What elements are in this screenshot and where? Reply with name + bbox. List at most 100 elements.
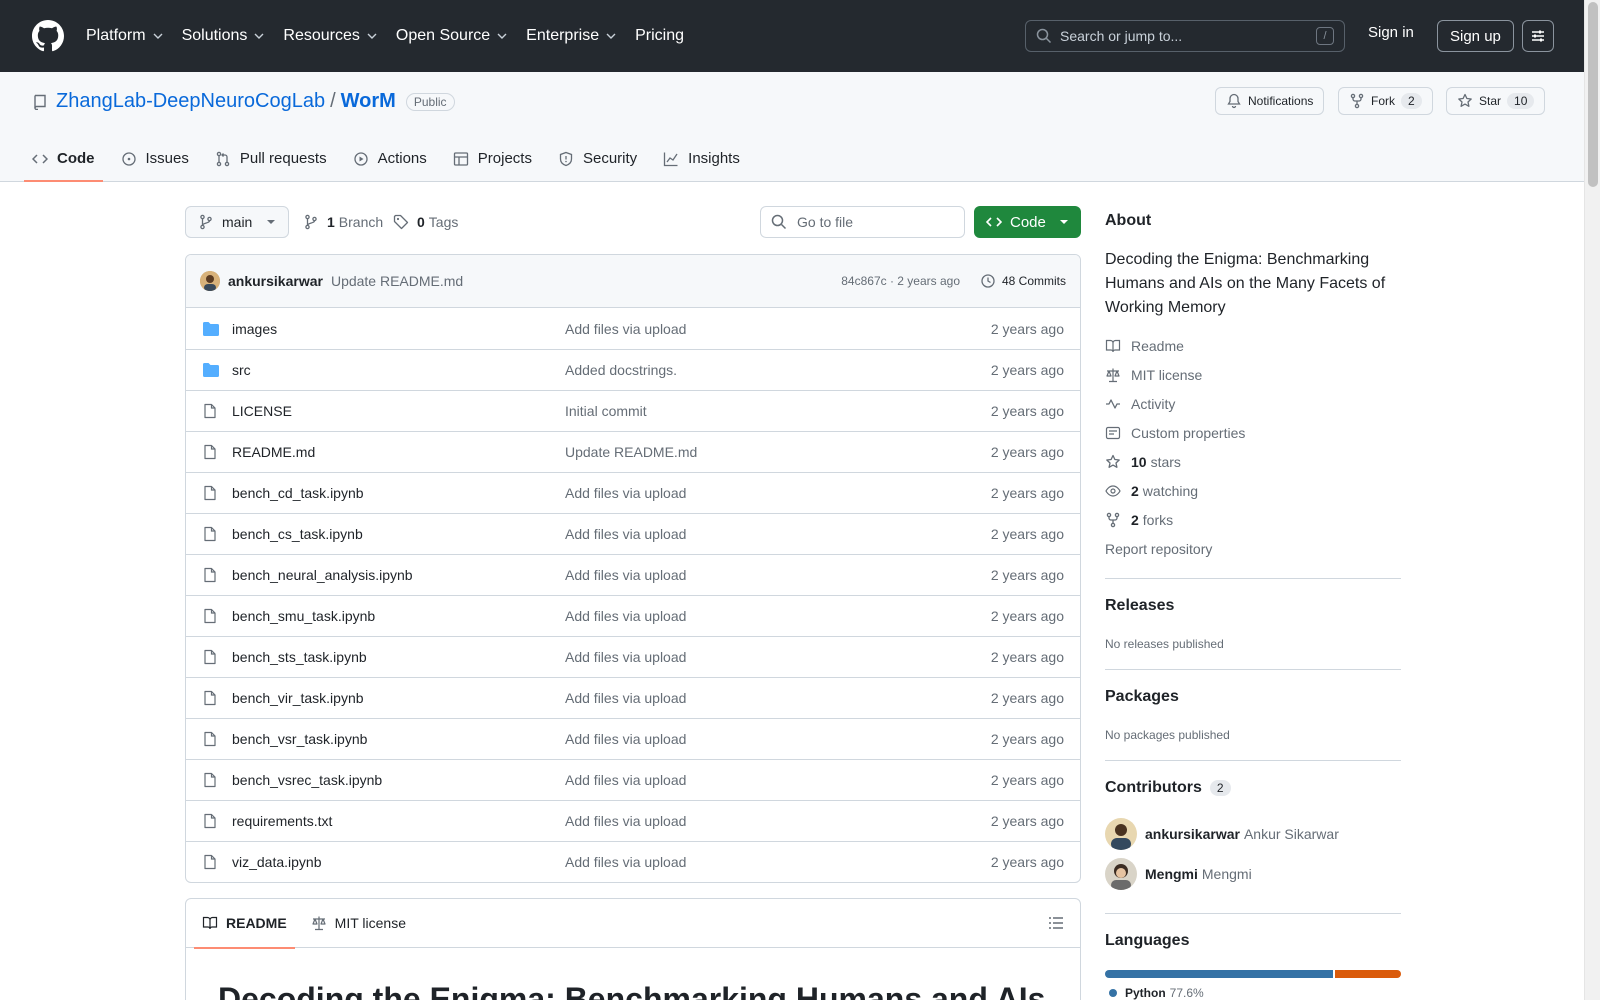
file-name-link[interactable]: bench_neural_analysis.ipynb [232, 567, 565, 583]
file-commit-date: 2 years ago [990, 567, 1064, 583]
commit-hash-time[interactable]: 84c867c · 2 years ago [841, 274, 960, 288]
contributor-item[interactable]: ankursikarwar Ankur Sikarwar [1105, 818, 1339, 850]
watching-link[interactable]: 2 watching [1105, 483, 1198, 499]
table-row[interactable]: requirements.txt Add files via upload 2 ye… [186, 800, 1080, 841]
file-commit-message[interactable]: Add files via upload [565, 772, 991, 788]
table-row[interactable]: README.md Update README.md 2 years ago [186, 431, 1080, 472]
tab-readme[interactable]: README [194, 899, 295, 949]
search-input[interactable]: Search or jump to... / [1025, 20, 1345, 52]
table-row[interactable]: bench_cs_task.ipynb Add files via upload 2… [186, 513, 1080, 554]
license-link[interactable]: MIT license [1105, 367, 1202, 383]
tag-count: 0 [417, 214, 425, 230]
nav-resources[interactable]: Resources [283, 27, 377, 45]
table-row[interactable]: bench_vsr_task.ipynb Add files via upload… [186, 718, 1080, 759]
table-row[interactable]: bench_vir_task.ipynb Add files via upload… [186, 677, 1080, 718]
file-name-link[interactable]: bench_vir_task.ipynb [232, 690, 565, 706]
file-commit-message[interactable]: Add files via upload [565, 649, 991, 665]
file-name-link[interactable]: bench_cd_task.ipynb [232, 485, 565, 501]
star-button[interactable]: Star 10 [1446, 87, 1546, 115]
file-name-link[interactable]: bench_smu_task.ipynb [232, 608, 565, 624]
branches-link[interactable]: 1 Branch [303, 214, 383, 230]
fork-button[interactable]: Fork 2 [1338, 87, 1433, 115]
nav-enterprise[interactable]: Enterprise [526, 27, 617, 45]
sign-in-link[interactable]: Sign in [1368, 24, 1414, 41]
commit-message[interactable]: Update README.md [331, 273, 463, 289]
file-commit-message[interactable]: Add files via upload [565, 526, 991, 542]
file-commit-message[interactable]: Add files via upload [565, 854, 991, 870]
table-row[interactable]: src Added docstrings. 2 years ago [186, 349, 1080, 390]
tab-projects[interactable]: Projects [453, 135, 532, 182]
table-row[interactable]: viz_data.ipynb Add files via upload 2 year… [186, 841, 1080, 882]
commits-link[interactable]: 48 Commits [980, 273, 1066, 289]
releases-heading[interactable]: Releases [1105, 597, 1174, 615]
packages-heading[interactable]: Packages [1105, 688, 1179, 706]
commit-author[interactable]: ankursikarwar [228, 273, 323, 289]
repo-owner-link[interactable]: ZhangLab-DeepNeuroCogLab [56, 90, 325, 113]
header-menu-button[interactable] [1522, 20, 1554, 52]
tab-label: Issues [145, 150, 189, 167]
file-commit-message[interactable]: Initial commit [565, 403, 991, 419]
file-commit-message[interactable]: Add files via upload [565, 485, 991, 501]
sign-up-button[interactable]: Sign up [1437, 20, 1514, 52]
file-name-link[interactable]: viz_data.ipynb [232, 854, 565, 870]
table-row[interactable]: bench_cd_task.ipynb Add files via upload 2… [186, 472, 1080, 513]
contributors-header[interactable]: Contributors 2 [1105, 779, 1231, 797]
language-item[interactable]: Python 77.6% [1109, 986, 1204, 1000]
custom-properties-link[interactable]: Custom properties [1105, 425, 1245, 441]
forks-link[interactable]: 2 forks [1105, 512, 1173, 528]
tab-security[interactable]: Security [558, 135, 637, 182]
tab-pull-requests[interactable]: Pull requests [215, 135, 327, 182]
nav-solutions[interactable]: Solutions [182, 27, 266, 45]
stars-label: stars [1150, 454, 1181, 470]
file-name-link[interactable]: src [232, 362, 565, 378]
notifications-button[interactable]: Notifications [1215, 87, 1325, 115]
nav-pricing[interactable]: Pricing [635, 27, 684, 45]
branch-name: main [222, 214, 253, 230]
tab-actions[interactable]: Actions [353, 135, 427, 182]
scrollbar-thumb[interactable] [1588, 2, 1598, 187]
github-logo-icon[interactable] [32, 20, 64, 52]
table-row[interactable]: bench_sts_task.ipynb Add files via upload… [186, 636, 1080, 677]
file-commit-message[interactable]: Add files via upload [565, 731, 991, 747]
report-repository-link[interactable]: Report repository [1105, 541, 1212, 557]
table-row[interactable]: images Add files via upload 2 years ago [186, 308, 1080, 349]
tab-insights[interactable]: Insights [663, 135, 740, 182]
file-name-link[interactable]: bench_cs_task.ipynb [232, 526, 565, 542]
table-of-contents-icon[interactable] [1048, 915, 1064, 931]
table-row[interactable]: bench_smu_task.ipynb Add files via upload… [186, 595, 1080, 636]
page-scrollbar[interactable] [1584, 0, 1600, 1000]
file-name-link[interactable]: bench_vsrec_task.ipynb [232, 772, 565, 788]
readme-link[interactable]: Readme [1105, 338, 1184, 354]
tab-code[interactable]: Code [24, 135, 102, 182]
file-commit-message[interactable]: Add files via upload [565, 813, 991, 829]
nav-platform[interactable]: Platform [86, 27, 164, 45]
go-to-file-input[interactable]: Go to file [760, 206, 965, 238]
file-commit-message[interactable]: Add files via upload [565, 321, 991, 337]
tab-issues[interactable]: Issues [121, 135, 189, 182]
contributor-item[interactable]: Mengmi Mengmi [1105, 858, 1252, 890]
file-commit-message[interactable]: Add files via upload [565, 690, 991, 706]
file-name-link[interactable]: bench_sts_task.ipynb [232, 649, 565, 665]
tab-license[interactable]: MIT license [311, 899, 406, 948]
file-name-link[interactable]: requirements.txt [232, 813, 565, 829]
nav-open-source[interactable]: Open Source [396, 27, 508, 45]
file-commit-message[interactable]: Update README.md [565, 444, 991, 460]
stars-link[interactable]: 10 stars [1105, 454, 1181, 470]
file-icon [204, 485, 216, 501]
file-name-link[interactable]: LICENSE [232, 403, 565, 419]
activity-link[interactable]: Activity [1105, 396, 1175, 412]
code-dropdown-button[interactable]: Code [974, 206, 1081, 238]
file-commit-message[interactable]: Added docstrings. [565, 362, 991, 378]
branch-select-button[interactable]: main [185, 206, 289, 238]
avatar[interactable] [200, 271, 220, 291]
file-name-link[interactable]: README.md [232, 444, 565, 460]
table-row[interactable]: bench_neural_analysis.ipynb Add files via… [186, 554, 1080, 595]
file-commit-message[interactable]: Add files via upload [565, 567, 991, 583]
tags-link[interactable]: 0 Tags [393, 214, 458, 230]
table-row[interactable]: bench_vsrec_task.ipynb Add files via uplo… [186, 759, 1080, 800]
file-name-link[interactable]: bench_vsr_task.ipynb [232, 731, 565, 747]
repo-name-link[interactable]: WorM [341, 90, 396, 113]
file-name-link[interactable]: images [232, 321, 565, 337]
file-commit-message[interactable]: Add files via upload [565, 608, 991, 624]
table-row[interactable]: LICENSE Initial commit 2 years ago [186, 390, 1080, 431]
